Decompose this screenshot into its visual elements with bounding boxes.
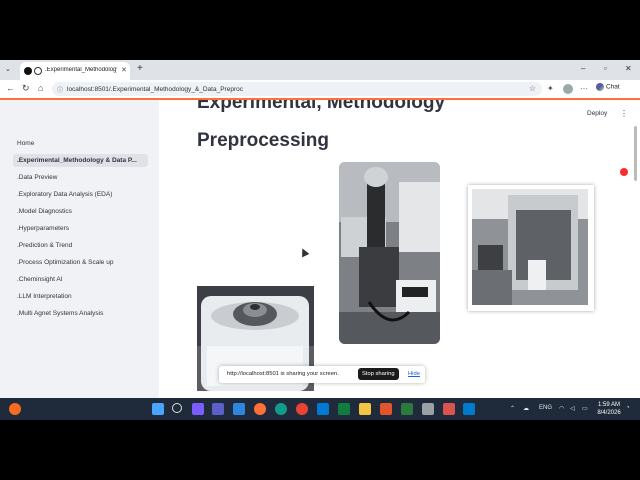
clock-date: 8/4/2026 [597, 410, 621, 416]
battery-icon[interactable]: ▭ [582, 405, 588, 412]
bookmark-star-icon[interactable]: ☆ [529, 84, 536, 93]
clock[interactable]: 1:59 AM 8/4/2026 [596, 401, 622, 417]
store-icon[interactable] [233, 403, 245, 415]
chrome-icon[interactable] [296, 403, 308, 415]
share-message: http://localhost:8501 is sharing your sc… [227, 371, 339, 377]
sidebar-item-multi-agent[interactable]: .Multi Agnet Systems Analysis [13, 307, 148, 320]
recording-indicator [620, 168, 628, 176]
app-icon[interactable] [380, 403, 392, 415]
edge-icon[interactable] [275, 403, 287, 415]
profile-avatar[interactable] [563, 84, 573, 94]
reload-icon[interactable]: ↻ [22, 83, 30, 94]
vscode-icon[interactable] [463, 403, 475, 415]
database-icon[interactable] [422, 403, 434, 415]
sidebar-item-eda[interactable]: .Exploratory Data Analysis (EDA) [13, 188, 148, 201]
page-title: Preprocessing [197, 130, 329, 151]
chevron-up-icon[interactable]: ⌃ [510, 405, 515, 412]
minimize-icon[interactable]: – [581, 64, 585, 73]
close-window-icon[interactable]: ✕ [625, 64, 632, 73]
mail-icon[interactable] [317, 403, 329, 415]
clock-time: 1:59 AM [597, 402, 620, 408]
deploy-button[interactable]: Deploy [587, 110, 607, 117]
url-text: localhost:8501/.Experimental_Methodology… [67, 85, 243, 93]
url-field[interactable]: ⓘ localhost:8501/.Experimental_Methodolo… [52, 82, 542, 96]
sidebar-item-cheminsight-ai[interactable]: .Cheminsight AI [13, 273, 148, 286]
tab-bar: ⌄ .Experimental_Methodology ✕ + – ▫ ✕ [0, 60, 640, 80]
tab-list-chevron-icon[interactable]: ⌄ [5, 65, 11, 73]
stop-sharing-button[interactable]: Stop sharing [358, 368, 399, 380]
wifi-icon[interactable]: ◠ [559, 405, 564, 412]
file-explorer-icon[interactable] [359, 403, 371, 415]
language-indicator[interactable]: ENG [539, 405, 552, 411]
recording-icon [34, 67, 42, 75]
chat-label: Chat [606, 83, 620, 91]
browser-tab[interactable]: .Experimental_Methodology ✕ [20, 62, 130, 80]
restore-icon[interactable]: ▫ [604, 64, 607, 73]
copilot-icon [596, 83, 604, 91]
new-tab-icon[interactable]: + [137, 63, 143, 74]
start-icon[interactable] [152, 403, 164, 415]
windows-taskbar: ⌃ ☁ ENG ◠ ◁ ▭ 1:59 AM 8/4/2026 ◔ [0, 398, 640, 420]
sidebar: Home .Experimental_Methodology & Data P.… [0, 100, 159, 420]
sidebar-item-hyperparameters[interactable]: .Hyperparameters [13, 222, 148, 235]
sidebar-item-data-preview[interactable]: .Data Preview [13, 171, 148, 184]
notifications-icon[interactable]: ◔ [626, 405, 630, 411]
copilot-chat-button[interactable]: Chat [596, 83, 620, 91]
excel-icon[interactable] [338, 403, 350, 415]
address-bar: ← ↻ ⌂ ⓘ localhost:8501/.Experimental_Met… [0, 80, 640, 99]
sidebar-item-prediction-trend[interactable]: .Prediction & Trend [13, 239, 148, 252]
volume-icon[interactable]: ◁ [570, 405, 575, 412]
tab-close-icon[interactable]: ✕ [121, 66, 127, 74]
back-icon[interactable]: ← [6, 83, 15, 93]
cloud-icon[interactable]: ☁ [523, 405, 529, 412]
sidebar-item-home[interactable]: Home [13, 137, 148, 150]
main-menu-icon[interactable]: ⋮ [620, 109, 628, 118]
screen-share-bar: http://localhost:8501 is sharing your sc… [219, 366, 425, 383]
lab-instrument-photo [339, 162, 440, 344]
page-heading-partial: Experimental, Methodology [197, 100, 446, 113]
sidebar-item-model-diagnostics[interactable]: .Model Diagnostics [13, 205, 148, 218]
widgets-icon[interactable] [9, 403, 21, 415]
app2-icon[interactable] [401, 403, 413, 415]
fume-hood-photo [468, 185, 594, 311]
site-info-icon[interactable]: ⓘ [57, 85, 63, 94]
home-icon[interactable]: ⌂ [38, 83, 43, 93]
hide-link[interactable]: Hide [408, 371, 420, 377]
scrollbar[interactable] [634, 126, 637, 181]
app3-icon[interactable] [443, 403, 455, 415]
firefox-icon[interactable] [254, 403, 266, 415]
sidebar-item-process-optimization[interactable]: .Process Optimization & Scale up [13, 256, 148, 269]
extensions-icon[interactable]: ✦ [547, 84, 554, 93]
tab-title: .Experimental_Methodology [45, 67, 117, 73]
teams-icon[interactable] [212, 403, 224, 415]
sidebar-item-experimental-methodology[interactable]: .Experimental_Methodology & Data P... [13, 154, 148, 167]
sidebar-item-llm-interpretation[interactable]: .LLM Interpretation [13, 290, 148, 303]
copilot-taskbar-icon[interactable] [192, 403, 204, 415]
more-menu-icon[interactable]: ··· [580, 84, 588, 93]
streamlit-favicon-icon [24, 67, 32, 75]
search-icon[interactable] [172, 403, 182, 413]
